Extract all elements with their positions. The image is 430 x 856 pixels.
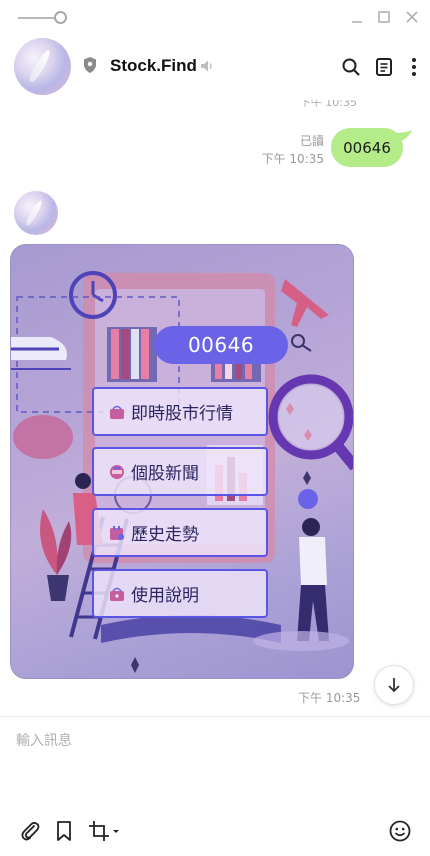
- message-time: 下午 10:35: [298, 691, 361, 705]
- chat-header: Stock.Find: [0, 34, 430, 100]
- minimize-icon[interactable]: [348, 8, 366, 26]
- avatar[interactable]: [14, 38, 71, 95]
- chat-name[interactable]: Stock.Find: [110, 56, 197, 76]
- user-guide-button[interactable]: 使用說明: [92, 569, 268, 618]
- speaker-muted-icon: [199, 58, 215, 78]
- help-icon: [108, 585, 126, 603]
- shield-icon: [82, 56, 98, 78]
- close-icon[interactable]: [403, 8, 421, 26]
- bookmark-icon[interactable]: [52, 819, 76, 843]
- emoji-icon[interactable]: [388, 819, 412, 843]
- more-icon[interactable]: [403, 56, 425, 78]
- stock-code-pill[interactable]: 00646: [154, 326, 288, 364]
- user-guide-label: 使用說明: [131, 586, 199, 606]
- message-time: 下午 10:35: [299, 100, 357, 107]
- stock-market-icon: [108, 403, 126, 421]
- outgoing-message-bubble[interactable]: 00646: [331, 128, 403, 167]
- opacity-slider-knob[interactable]: [54, 11, 67, 24]
- history-trend-button[interactable]: 歷史走勢: [92, 508, 268, 557]
- stock-news-button[interactable]: 個股新聞: [92, 447, 268, 496]
- crop-icon[interactable]: [87, 819, 123, 843]
- scroll-to-bottom-button[interactable]: [374, 665, 414, 705]
- read-receipt: 已讀: [299, 134, 324, 148]
- flex-message-card: 00646 即時股市行情 個股新聞 歷史走勢 使用說明: [10, 244, 354, 679]
- input-divider: [0, 716, 430, 717]
- maximize-icon[interactable]: [375, 8, 393, 26]
- avatar[interactable]: [14, 191, 58, 235]
- arrow-down-icon: [388, 678, 400, 693]
- title-bar: [0, 0, 430, 34]
- realtime-quote-button[interactable]: 即時股市行情: [92, 387, 268, 436]
- opacity-slider-track[interactable]: [18, 17, 58, 19]
- message-input[interactable]: [16, 730, 414, 790]
- message-time: 下午 10:35: [261, 152, 324, 166]
- history-trend-label: 歷史走勢: [131, 525, 199, 545]
- attach-icon[interactable]: [18, 819, 42, 843]
- history-icon: [108, 524, 126, 542]
- search-icon[interactable]: [340, 56, 362, 78]
- realtime-quote-label: 即時股市行情: [131, 404, 233, 424]
- stock-news-label: 個股新聞: [131, 464, 199, 484]
- notes-icon[interactable]: [373, 56, 395, 78]
- news-icon: [108, 463, 126, 481]
